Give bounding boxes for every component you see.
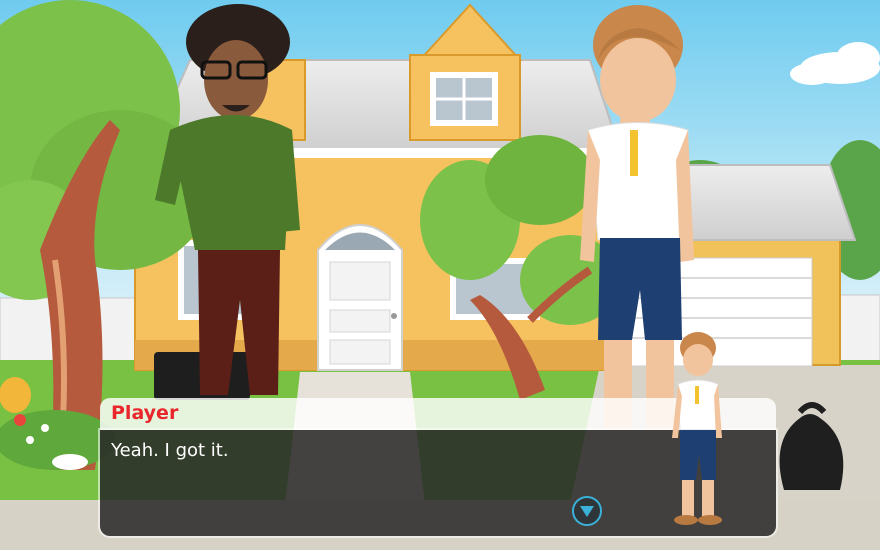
chevron-down-icon (580, 506, 594, 517)
next-dialogue-button[interactable] (572, 496, 602, 526)
speaker-portrait (672, 332, 722, 525)
speaker-name: Player (111, 402, 179, 424)
dialogue-line: Yeah. I got it. (111, 440, 229, 461)
